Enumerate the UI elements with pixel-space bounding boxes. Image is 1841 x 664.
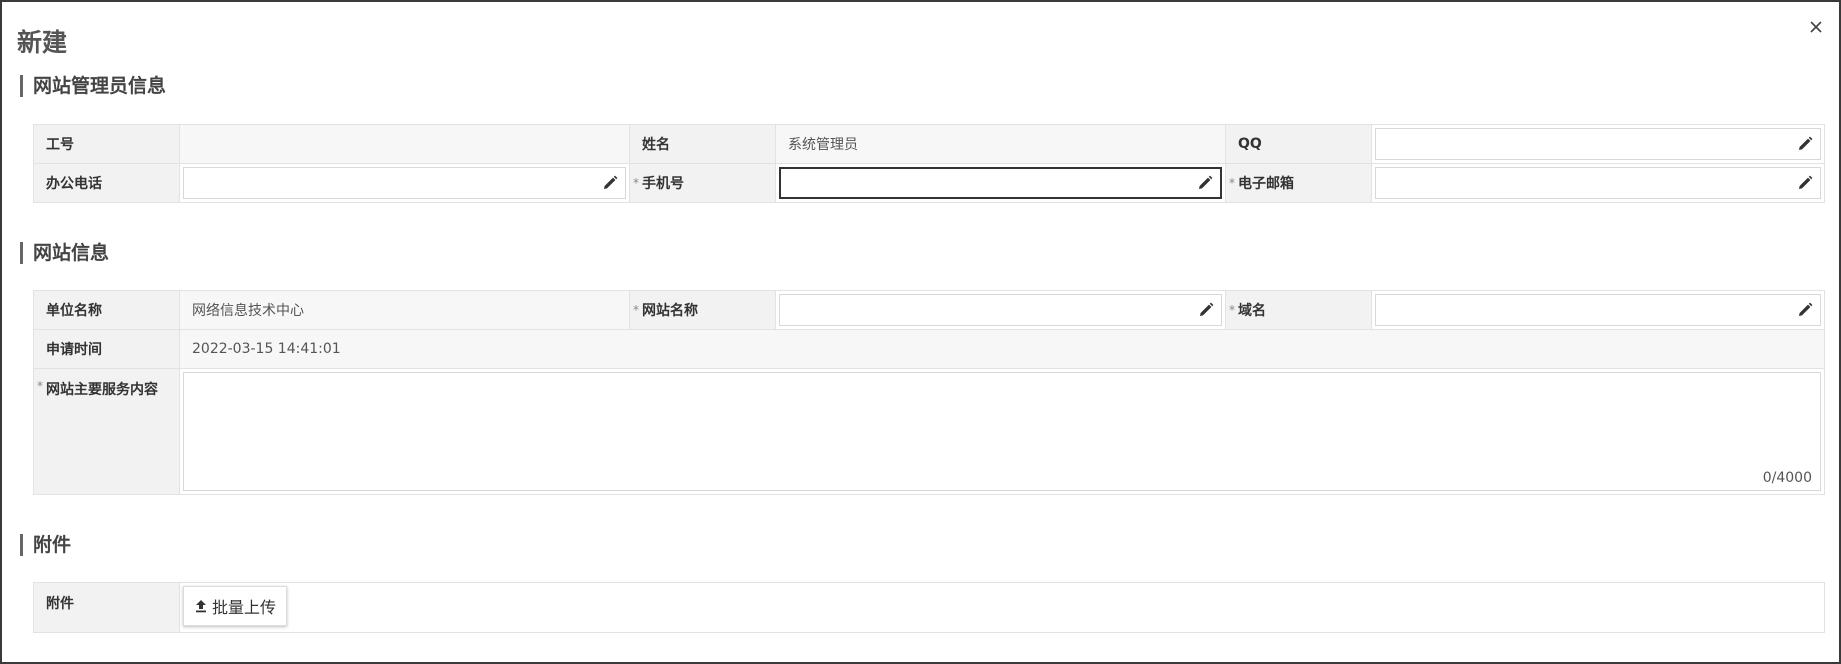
section-attachment-title: 附件	[20, 534, 71, 556]
pencil-icon[interactable]	[601, 174, 619, 192]
unit-name-value: 网络信息技术中心	[180, 291, 630, 329]
pencil-icon[interactable]	[1796, 301, 1814, 319]
domain-label-text: 域名	[1238, 303, 1266, 319]
unit-name-label: 单位名称	[34, 291, 180, 329]
batch-upload-button[interactable]: 批量上传	[183, 586, 288, 626]
qq-field-box	[1375, 128, 1821, 160]
service-content-label-text: 网站主要服务内容	[46, 382, 158, 398]
required-mark: *	[633, 176, 639, 190]
site-name-input[interactable]	[780, 295, 1185, 325]
name-value: 系统管理员	[776, 125, 1226, 163]
site-name-label: * 网站名称	[630, 291, 776, 329]
table-row: 申请时间 2022-03-15 14:41:01	[34, 330, 1824, 369]
service-content-cell: 0/4000	[180, 369, 1824, 494]
email-input[interactable]	[1376, 168, 1784, 198]
required-mark: *	[1229, 176, 1235, 190]
batch-upload-label: 批量上传	[212, 598, 277, 617]
site-name-cell	[776, 291, 1226, 329]
service-content-textarea[interactable]	[184, 373, 1820, 490]
office-phone-label: 办公电话	[34, 164, 180, 202]
section-site-title: 网站信息	[20, 242, 109, 264]
email-label-text: 电子邮箱	[1238, 176, 1294, 192]
employee-id-value	[180, 125, 630, 163]
mobile-label-text: 手机号	[642, 176, 684, 192]
domain-cell	[1372, 291, 1824, 329]
required-mark: *	[37, 379, 43, 393]
service-content-label: * 网站主要服务内容	[34, 369, 180, 494]
email-field-box	[1375, 167, 1821, 199]
dialog-title: 新建	[17, 28, 68, 57]
required-mark: *	[633, 303, 639, 317]
pencil-icon[interactable]	[1796, 135, 1814, 153]
service-content-box: 0/4000	[183, 372, 1821, 491]
upload-icon	[196, 600, 206, 613]
new-dialog: 新建 网站管理员信息 工号 姓名 系统管理员 QQ 办公电话 * 手机号 * 电…	[0, 0, 1841, 664]
qq-input[interactable]	[1376, 129, 1784, 159]
name-label: 姓名	[630, 125, 776, 163]
mobile-field-box	[779, 167, 1222, 199]
office-phone-cell	[180, 164, 630, 202]
attachment-table: 附件 批量上传	[33, 582, 1825, 633]
char-counter: 0/4000	[1762, 470, 1812, 486]
close-button[interactable]	[1805, 16, 1827, 38]
office-phone-input[interactable]	[184, 168, 589, 198]
qq-cell	[1372, 125, 1824, 163]
mobile-label: * 手机号	[630, 164, 776, 202]
site-name-field-box	[779, 294, 1222, 326]
employee-id-label: 工号	[34, 125, 180, 163]
attachment-cell: 批量上传	[180, 583, 1824, 632]
attachment-label: 附件	[34, 583, 180, 632]
close-icon	[1810, 21, 1822, 33]
admin-info-table: 工号 姓名 系统管理员 QQ 办公电话 * 手机号 * 电子邮箱	[33, 124, 1825, 203]
domain-input[interactable]	[1376, 295, 1784, 325]
mobile-input[interactable]	[781, 169, 1184, 197]
table-row: 工号 姓名 系统管理员 QQ	[34, 125, 1824, 164]
pencil-icon[interactable]	[1197, 301, 1215, 319]
domain-label: * 域名	[1226, 291, 1372, 329]
domain-field-box	[1375, 294, 1821, 326]
email-cell	[1372, 164, 1824, 202]
table-row: 单位名称 网络信息技术中心 * 网站名称 * 域名	[34, 291, 1824, 330]
required-mark: *	[1229, 303, 1235, 317]
apply-time-value: 2022-03-15 14:41:01	[180, 330, 1824, 368]
site-info-table: 单位名称 网络信息技术中心 * 网站名称 * 域名 申请时间 2022-03-1…	[33, 290, 1825, 495]
office-phone-field-box	[183, 167, 626, 199]
apply-time-label: 申请时间	[34, 330, 180, 368]
section-admin-title: 网站管理员信息	[20, 75, 166, 97]
table-row: 附件 批量上传	[34, 583, 1824, 632]
table-row: * 网站主要服务内容 0/4000	[34, 369, 1824, 494]
email-label: * 电子邮箱	[1226, 164, 1372, 202]
site-name-label-text: 网站名称	[642, 303, 698, 319]
pencil-icon[interactable]	[1796, 174, 1814, 192]
qq-label: QQ	[1226, 125, 1372, 163]
mobile-cell	[776, 164, 1226, 202]
table-row: 办公电话 * 手机号 * 电子邮箱	[34, 164, 1824, 202]
pencil-icon[interactable]	[1196, 174, 1214, 192]
